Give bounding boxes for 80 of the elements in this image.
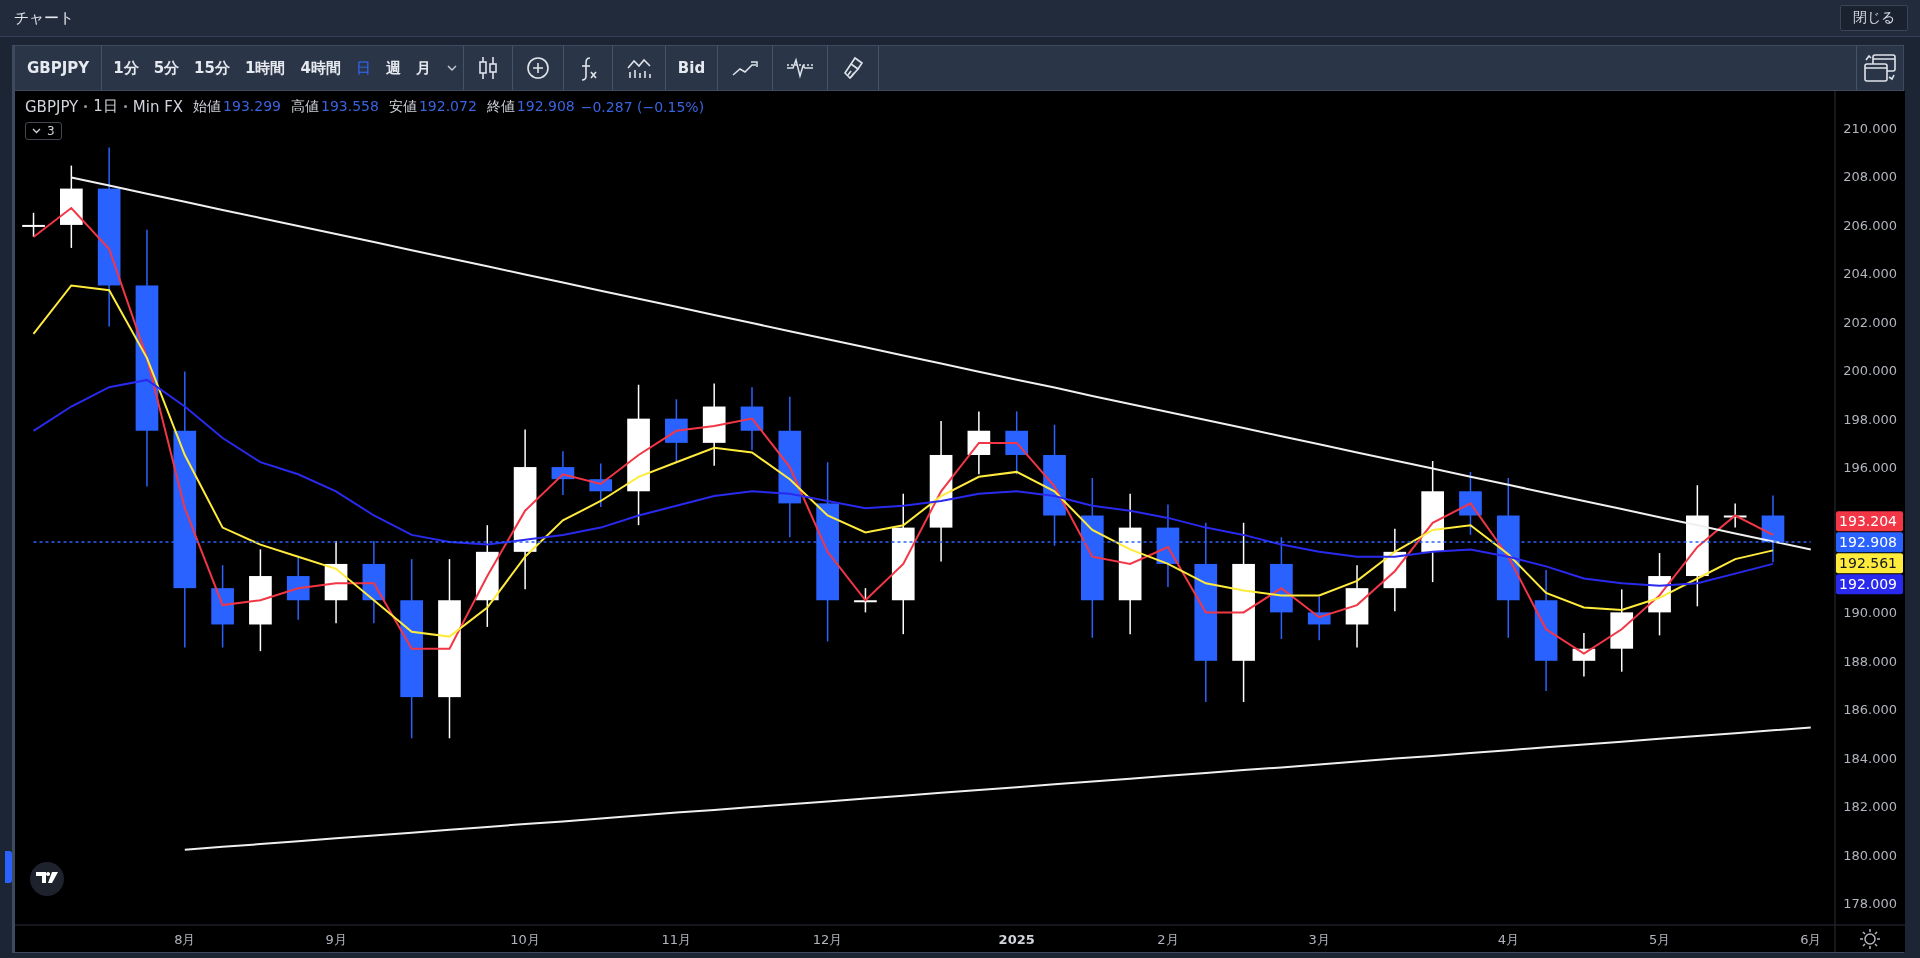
ohlc-value: 192.072: [418, 97, 477, 116]
price-axis-label: 182.000: [1843, 799, 1897, 815]
pulse-icon[interactable]: [786, 57, 815, 79]
price-axis-label: 196.000: [1843, 460, 1897, 476]
price-axis-label: 190.000: [1843, 605, 1897, 621]
price-change: −0.287 (−0.15%): [580, 98, 705, 115]
time-axis-label: 6月: [1800, 932, 1822, 947]
interval-tab[interactable]: 週: [378, 52, 408, 84]
interval-tab[interactable]: 5分: [146, 52, 187, 84]
price-axis-label: 188.000: [1843, 653, 1897, 669]
candlestick: [1761, 494, 1785, 563]
candlestick: [551, 450, 575, 496]
window-title: チャート: [14, 8, 74, 28]
close-button[interactable]: 閉じる: [1840, 5, 1908, 31]
ohlc-label: 高値: [291, 97, 319, 116]
time-axis-label: 8月: [174, 932, 196, 947]
time-axis-label: 10月: [510, 932, 540, 947]
price-axis-label: 178.000: [1843, 895, 1897, 911]
time-axis-label: 5月: [1648, 932, 1671, 947]
candlestick: [665, 398, 688, 463]
legend-source: Min FX: [132, 97, 184, 116]
candlestick: [1723, 502, 1747, 529]
windows-switch-icon[interactable]: [1863, 52, 1897, 84]
bid-button[interactable]: Bid: [665, 53, 718, 83]
interval-tab[interactable]: 4時間: [293, 52, 348, 84]
ohlc-value: 193.299: [223, 97, 281, 116]
ohlc-value: 192.908: [516, 97, 575, 116]
price-axis-label: 210.000: [1843, 121, 1897, 137]
price-axis-label: 202.000: [1843, 314, 1897, 330]
ohlc-label: 終値: [486, 97, 515, 116]
price-axis-label: 204.000: [1843, 266, 1897, 282]
candlestick: [286, 555, 310, 621]
candlestick: [740, 386, 764, 451]
time-axis-label: 2月: [1157, 932, 1179, 947]
ohlc-value: 193.558: [321, 97, 379, 116]
legend-symbol: GBPJPY: [25, 97, 79, 116]
time-axis-label: 3月: [1308, 932, 1330, 947]
candlestick-icon[interactable]: [476, 55, 499, 81]
candlestick: [589, 462, 613, 508]
candlestick: [1572, 632, 1596, 678]
logo-icon: [30, 862, 64, 896]
candlestick: [22, 212, 45, 238]
ohlc-label: 安値: [388, 97, 417, 116]
candlestick: [1459, 471, 1482, 536]
interval-tab[interactable]: 1分: [106, 52, 146, 84]
price-axis-label: 208.000: [1843, 169, 1897, 185]
candlestick: [854, 587, 877, 614]
interval-tab[interactable]: 1時間: [237, 52, 293, 84]
indicators-toggle[interactable]: 3: [25, 122, 62, 140]
candlestick: [1005, 410, 1029, 476]
price-axis-label: 180.000: [1843, 847, 1897, 863]
settings-icon[interactable]: [1859, 928, 1881, 950]
price-axis-label: 186.000: [1843, 702, 1897, 718]
ohlc-label: 始値: [193, 97, 222, 116]
time-axis-label: 4月: [1497, 932, 1519, 947]
symbol-button[interactable]: GBPJPY: [15, 53, 102, 83]
candlestick: [967, 410, 991, 476]
interval-tab[interactable]: 月: [408, 52, 438, 84]
time-axis-label: 2025: [998, 932, 1035, 947]
trend-line-icon[interactable]: [731, 58, 760, 78]
price-tag: 192.561: [1836, 553, 1903, 574]
price-axis-label: 206.000: [1843, 217, 1897, 233]
add-circle-icon[interactable]: [525, 56, 550, 80]
time-axis-label: 12月: [812, 932, 843, 947]
price-axis-label: 184.000: [1843, 750, 1897, 766]
chevron-down-icon[interactable]: [446, 65, 457, 71]
time-axis-label: 9月: [325, 932, 347, 947]
price-axis-label: 198.000: [1843, 411, 1897, 427]
price-tag: 192.009: [1836, 574, 1903, 595]
time-axis-label: 11月: [661, 932, 692, 947]
brush-icon[interactable]: [841, 55, 866, 81]
trend-line[interactable]: [70, 176, 1812, 551]
indicators-icon[interactable]: [625, 56, 652, 80]
price-tag: 193.204: [1836, 511, 1903, 532]
chevron-down-icon: [32, 128, 41, 134]
price-axis-label: 200.000: [1843, 363, 1897, 379]
interval-tab[interactable]: 15分: [187, 52, 237, 84]
candlestick: [1307, 595, 1331, 641]
legend-interval: 1日: [93, 97, 118, 116]
price-tag: 192.908: [1836, 532, 1903, 553]
